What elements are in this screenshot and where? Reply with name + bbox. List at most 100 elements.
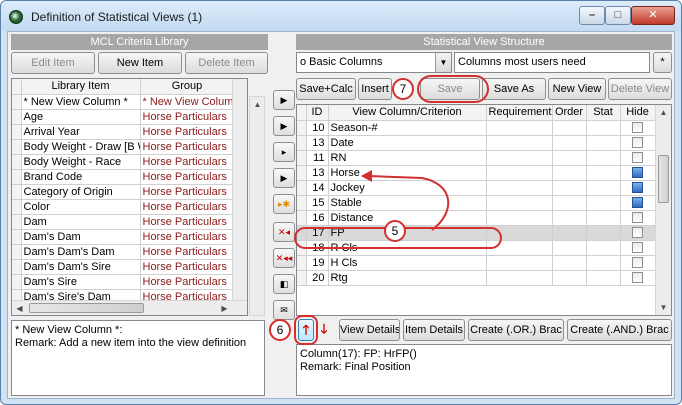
save-as-button[interactable]: Save As xyxy=(482,78,546,100)
structure-stat-cell[interactable] xyxy=(586,270,621,286)
column-header-criterion[interactable]: View Column/Criterion xyxy=(328,105,487,121)
library-group-cell[interactable]: Horse Particulars xyxy=(140,274,235,290)
structure-id-cell[interactable]: 11 xyxy=(306,150,329,166)
structure-requirement-cell[interactable] xyxy=(486,135,553,151)
library-group-cell[interactable]: Horse Particulars xyxy=(140,169,235,185)
structure-hide-cell[interactable] xyxy=(620,120,656,136)
column-header-order[interactable]: Order xyxy=(552,105,587,121)
delete-all-icon[interactable]: ✕◂◂ xyxy=(273,248,295,268)
column-header-stat[interactable]: Stat xyxy=(586,105,621,121)
structure-stat-cell[interactable] xyxy=(586,195,621,211)
structure-row[interactable]: 11 RN xyxy=(297,150,656,166)
row-selector[interactable] xyxy=(297,180,307,196)
structure-id-cell[interactable]: 13 xyxy=(306,165,329,181)
row-selector[interactable] xyxy=(12,109,22,125)
structure-requirement-cell[interactable] xyxy=(486,255,553,271)
row-selector[interactable] xyxy=(297,120,307,136)
library-item-cell[interactable]: Age xyxy=(21,109,141,125)
structure-requirement-cell[interactable] xyxy=(486,150,553,166)
library-group-cell[interactable]: Horse Particulars xyxy=(140,244,235,260)
hide-checkbox[interactable] xyxy=(632,152,643,164)
hide-checkbox[interactable] xyxy=(632,257,643,269)
column-header-requirement[interactable]: Requirement xyxy=(486,105,553,121)
library-outer-scrollbar[interactable]: ▲ xyxy=(249,96,265,316)
mail-icon[interactable]: ✉ xyxy=(273,300,295,320)
hide-checkbox[interactable] xyxy=(632,167,643,179)
library-group-cell[interactable]: Horse Particulars xyxy=(140,154,235,170)
library-item-cell[interactable]: Dam's Sire xyxy=(21,274,141,290)
structure-order-cell[interactable] xyxy=(552,180,587,196)
column-header-library-item[interactable]: Library Item xyxy=(21,79,141,95)
structure-hide-cell[interactable] xyxy=(620,150,656,166)
library-item-cell[interactable]: Brand Code xyxy=(21,169,141,185)
structure-hide-cell[interactable] xyxy=(620,225,656,241)
library-item-cell[interactable]: Category of Origin xyxy=(21,184,141,200)
row-selector[interactable] xyxy=(12,169,22,185)
maximize-button[interactable]: □ xyxy=(605,6,631,25)
row-selector[interactable] xyxy=(12,124,22,140)
scroll-down-icon[interactable]: ▼ xyxy=(656,300,671,315)
library-row[interactable]: Brand Code Horse Particulars xyxy=(12,169,235,185)
column-header-hide[interactable]: Hide xyxy=(620,105,656,121)
structure-criterion-cell[interactable]: Rtg xyxy=(328,270,487,286)
library-group-cell[interactable]: Horse Particulars xyxy=(140,124,235,140)
structure-order-cell[interactable] xyxy=(552,150,587,166)
delete-item-button[interactable]: Delete Item xyxy=(185,52,268,74)
edit-item-button[interactable]: Edit Item xyxy=(11,52,95,74)
row-selector[interactable] xyxy=(297,255,307,271)
row-selector[interactable] xyxy=(12,199,22,215)
structure-order-cell[interactable] xyxy=(552,120,587,136)
library-group-cell[interactable]: Horse Particulars xyxy=(140,259,235,275)
library-row[interactable]: Color Horse Particulars xyxy=(12,199,235,215)
move-right-icon[interactable]: ▶ xyxy=(273,90,295,110)
hide-checkbox[interactable] xyxy=(632,227,643,239)
structure-stat-cell[interactable] xyxy=(586,240,621,256)
row-selector[interactable] xyxy=(12,94,22,110)
row-selector[interactable] xyxy=(12,259,22,275)
hide-checkbox[interactable] xyxy=(632,272,643,284)
structure-id-cell[interactable]: 13 xyxy=(306,135,329,151)
view-select[interactable]: o Basic Columns ▼ xyxy=(296,52,452,73)
library-row[interactable]: Dam's Dam Horse Particulars xyxy=(12,229,235,245)
library-group-cell[interactable]: Horse Particulars xyxy=(140,214,235,230)
scroll-right-icon[interactable]: ▶ xyxy=(217,301,232,315)
row-selector[interactable] xyxy=(12,229,22,245)
copy-icon[interactable]: ◧ xyxy=(273,274,295,294)
library-item-cell[interactable]: Color xyxy=(21,199,141,215)
row-selector[interactable] xyxy=(12,274,22,290)
asterisk-button[interactable]: * xyxy=(653,52,672,73)
structure-stat-cell[interactable] xyxy=(586,255,621,271)
create-and-bracket-button[interactable]: Create (.AND.) Brac xyxy=(567,319,672,341)
library-row[interactable]: Category of Origin Horse Particulars xyxy=(12,184,235,200)
structure-id-cell[interactable]: 15 xyxy=(306,195,329,211)
structure-row[interactable]: 20 Rtg xyxy=(297,270,656,286)
library-group-cell[interactable]: Horse Particulars xyxy=(140,229,235,245)
structure-requirement-cell[interactable] xyxy=(486,195,553,211)
structure-id-cell[interactable]: 10 xyxy=(306,120,329,136)
library-row[interactable]: Dam's Dam's Sire Horse Particulars xyxy=(12,259,235,275)
library-item-cell[interactable]: Arrival Year xyxy=(21,124,141,140)
chevron-down-icon[interactable]: ▼ xyxy=(435,53,451,72)
create-or-bracket-button[interactable]: Create (.OR.) Brac xyxy=(468,319,564,341)
column-header-group[interactable]: Group xyxy=(140,79,235,95)
row-selector[interactable] xyxy=(297,195,307,211)
structure-stat-cell[interactable] xyxy=(586,165,621,181)
structure-row[interactable]: 13 Date xyxy=(297,135,656,151)
delete-icon[interactable]: ✕◂ xyxy=(273,222,295,242)
row-selector[interactable] xyxy=(297,150,307,166)
structure-hide-cell[interactable] xyxy=(620,180,656,196)
structure-order-cell[interactable] xyxy=(552,270,587,286)
structure-id-cell[interactable]: 14 xyxy=(306,180,329,196)
library-group-cell[interactable]: Horse Particulars xyxy=(140,139,235,155)
structure-criterion-cell[interactable]: Season-# xyxy=(328,120,487,136)
structure-order-cell[interactable] xyxy=(552,255,587,271)
structure-requirement-cell[interactable] xyxy=(486,120,553,136)
structure-hide-cell[interactable] xyxy=(620,210,656,226)
insert-column-icon[interactable]: ▶ xyxy=(273,168,295,188)
scroll-left-icon[interactable]: ◀ xyxy=(12,301,27,315)
library-item-cell[interactable]: * New View Column * xyxy=(21,94,141,110)
move-down-button[interactable]: 🡓 xyxy=(316,319,332,341)
library-hscroll-thumb[interactable] xyxy=(29,303,144,313)
structure-requirement-cell[interactable] xyxy=(486,210,553,226)
structure-id-cell[interactable]: 19 xyxy=(306,255,329,271)
